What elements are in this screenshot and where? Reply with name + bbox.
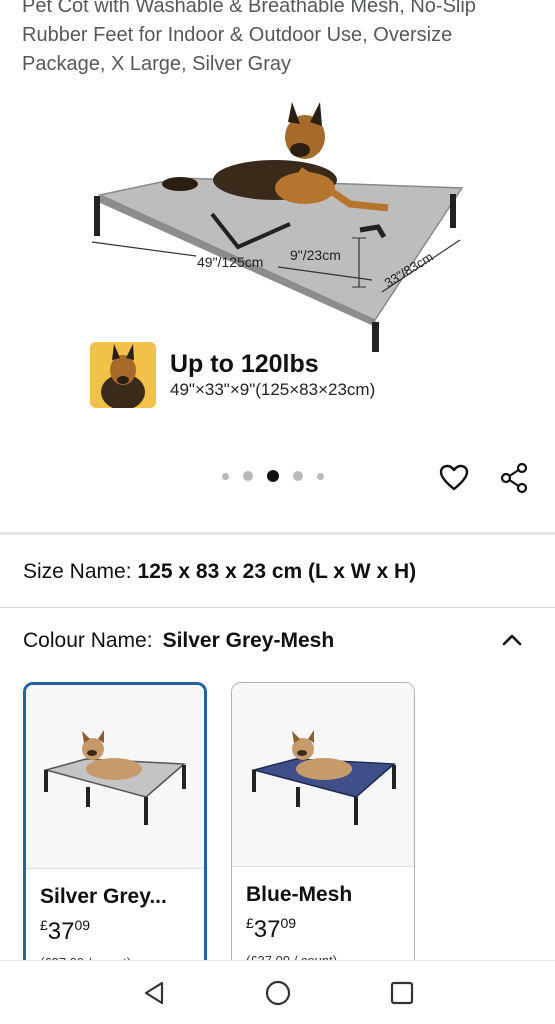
swatch-price: £3709 — [246, 915, 297, 943]
swatch-price: £3709 — [40, 917, 91, 945]
product-image-carousel[interactable]: 49"/125cm 9"/23cm 33"/83cm Up to 120lbs … — [0, 92, 555, 522]
swatch-image — [26, 685, 204, 869]
carousel-dot[interactable] — [243, 471, 253, 481]
colour-swatch-silver-grey[interactable]: Silver Grey... £3709 (£37.09 / count) — [23, 682, 207, 982]
section-divider — [0, 607, 555, 608]
size-value: 125 x 83 x 23 cm (L x W x H) — [137, 560, 417, 583]
system-navigation-bar — [0, 960, 555, 1024]
dimension-height-label: 9"/23cm — [290, 247, 341, 263]
colour-selector-header[interactable]: Colour Name: Silver Grey-Mesh — [23, 629, 334, 653]
section-divider — [0, 532, 555, 535]
colour-value: Silver Grey-Mesh — [162, 629, 335, 652]
heart-icon[interactable] — [438, 462, 470, 494]
carousel-dot[interactable] — [317, 472, 324, 480]
square-recents-icon[interactable] — [388, 979, 416, 1007]
carousel-dot[interactable] — [222, 472, 229, 480]
swatch-image — [232, 683, 414, 867]
chevron-up-icon[interactable] — [500, 628, 524, 652]
capacity-spec: Up to 120lbs 49"×33"×9"(125×83×23cm) — [90, 342, 375, 408]
carousel-dot-active[interactable] — [267, 470, 279, 482]
size-selector[interactable]: Size Name: 125 x 83 x 23 cm (L x W x H) — [23, 560, 416, 584]
circle-home-icon[interactable] — [264, 979, 292, 1007]
dimension-length-label: 49"/125cm — [197, 254, 263, 270]
carousel-dot[interactable] — [293, 471, 303, 481]
product-title-line-1: Pet Cot with Washable & Breathable Mesh,… — [22, 0, 476, 17]
product-title-line-3: Package, X Large, Silver Gray — [22, 53, 292, 75]
swatch-name: Silver Grey... — [40, 885, 167, 908]
dimensions-text: 49"×33"×9"(125×83×23cm) — [170, 380, 376, 399]
share-icon[interactable] — [498, 462, 530, 494]
product-title-line-2: Rubber Feet for Indoor & Outdoor Use, Ov… — [22, 24, 453, 46]
colour-label: Colour Name: — [23, 629, 153, 652]
dog-thumbnail — [90, 342, 156, 408]
product-image: 49"/125cm 9"/23cm 33"/83cm — [91, 102, 464, 352]
colour-swatch-blue-mesh[interactable]: Blue-Mesh £3709 (£37.09 / count) — [231, 682, 415, 982]
swatch-name: Blue-Mesh — [246, 883, 353, 906]
size-label: Size Name: — [23, 560, 132, 583]
product-title: Pet Cot with Washable & Breathable Mesh,… — [22, 0, 532, 79]
carousel-indicator — [222, 470, 324, 482]
triangle-back-icon[interactable] — [140, 979, 168, 1007]
capacity-text: Up to 120lbs — [170, 350, 319, 378]
